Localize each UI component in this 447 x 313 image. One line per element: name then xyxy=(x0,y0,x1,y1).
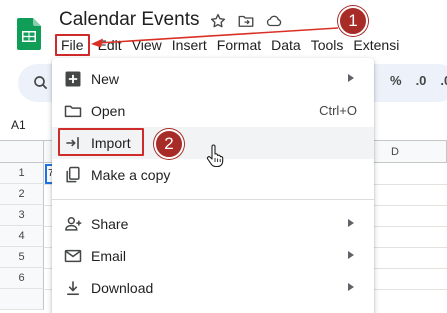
number-format-group: % .0 .0 xyxy=(390,73,447,88)
hand-pointer-cursor-icon xyxy=(206,144,224,168)
title-icons xyxy=(209,12,283,30)
submenu-arrow-icon xyxy=(348,283,354,291)
document-title[interactable]: Calendar Events xyxy=(59,9,199,31)
submenu-arrow-icon xyxy=(348,219,354,227)
folder-icon xyxy=(63,101,83,121)
menu-edit[interactable]: Edit xyxy=(93,34,127,56)
menu-format[interactable]: Format xyxy=(212,34,266,56)
search-icon[interactable] xyxy=(32,74,50,92)
row-header[interactable]: 3 xyxy=(0,205,44,226)
import-highlight-box xyxy=(58,128,144,156)
row-header[interactable]: 1 xyxy=(0,163,44,184)
percent-format-button[interactable]: % xyxy=(390,73,402,88)
google-sheets-logo-icon[interactable] xyxy=(17,18,41,50)
submenu-arrow-icon xyxy=(348,251,354,259)
open-shortcut: Ctrl+O xyxy=(319,103,357,118)
person-add-icon xyxy=(63,214,83,234)
step-1-badge: 1 xyxy=(338,6,368,36)
select-all-corner[interactable] xyxy=(0,141,44,163)
file-menu-share-label: Share xyxy=(91,216,129,232)
add-box-icon xyxy=(63,69,83,89)
menu-separator xyxy=(52,199,374,200)
file-menu-new[interactable]: New xyxy=(52,63,374,95)
row-header[interactable]: 4 xyxy=(0,226,44,247)
step-2-badge: 2 xyxy=(154,129,184,159)
decrease-decimal-button[interactable]: .0 xyxy=(416,73,427,88)
menu-file[interactable]: File xyxy=(55,34,90,56)
increase-decimal-button[interactable]: .0 xyxy=(440,73,447,88)
menu-data[interactable]: Data xyxy=(266,34,306,56)
menu-insert[interactable]: Insert xyxy=(167,34,212,56)
row-header[interactable]: 2 xyxy=(0,184,44,205)
menu-extensions[interactable]: Extensi xyxy=(348,34,404,56)
file-menu-email[interactable]: Email xyxy=(52,240,374,272)
file-menu-new-label: New xyxy=(91,71,120,87)
cloud-saved-icon[interactable] xyxy=(265,12,283,30)
download-icon xyxy=(63,278,83,298)
submenu-arrow-icon xyxy=(348,74,354,82)
file-menu-email-label: Email xyxy=(91,248,127,264)
file-menu-open-label: Open xyxy=(91,103,126,119)
email-icon xyxy=(63,246,83,266)
name-box[interactable]: A1 xyxy=(11,118,26,132)
menu-view[interactable]: View xyxy=(127,34,167,56)
file-menu-open[interactable]: Open Ctrl+O xyxy=(52,95,374,127)
row-header[interactable]: 6 xyxy=(0,268,44,289)
menu-tools[interactable]: Tools xyxy=(306,34,349,56)
file-menu-download-label: Download xyxy=(91,280,154,296)
star-icon[interactable] xyxy=(209,12,227,30)
file-menu-dropdown: New Open Ctrl+O Import Make a copy Share… xyxy=(52,58,374,313)
row-header[interactable] xyxy=(0,289,44,310)
file-menu-share[interactable]: Share xyxy=(52,208,374,240)
move-folder-icon[interactable] xyxy=(237,12,255,30)
copy-icon xyxy=(63,165,83,185)
row-header[interactable]: 5 xyxy=(0,247,44,268)
menubar: File Edit View Insert Format Data Tools … xyxy=(55,34,404,56)
file-menu-make-copy-label: Make a copy xyxy=(91,167,171,183)
file-menu-download[interactable]: Download xyxy=(52,272,374,304)
